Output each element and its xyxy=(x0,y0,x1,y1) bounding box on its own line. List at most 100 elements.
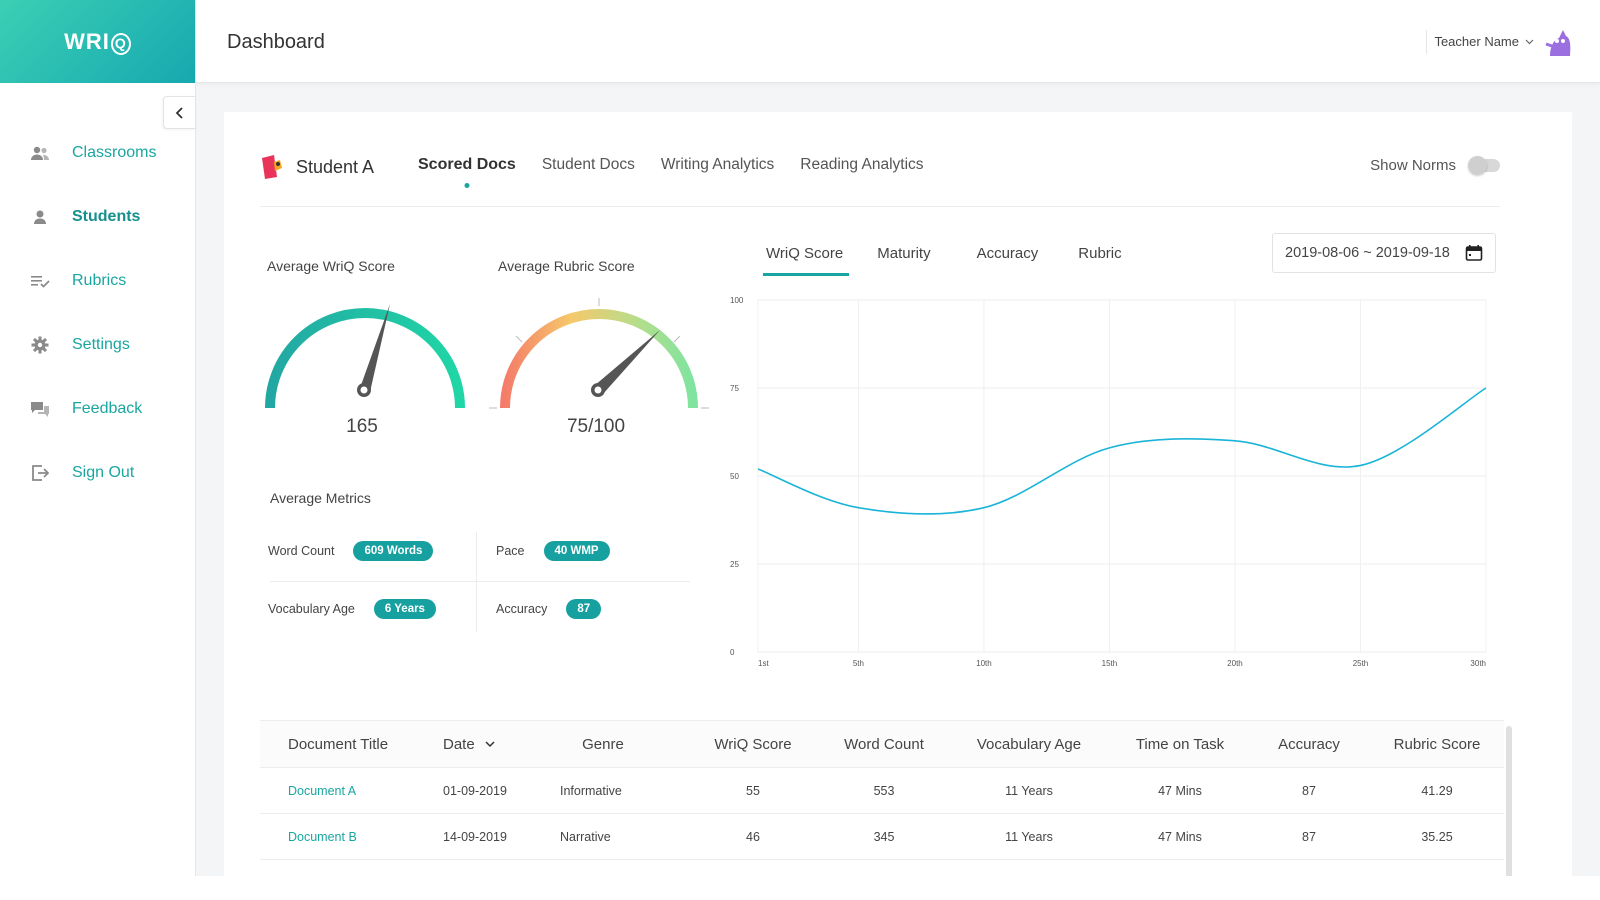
window-bottom-edge xyxy=(0,876,1600,900)
wriq-gauge-label: Average WriQ Score xyxy=(267,258,395,274)
rubric-gauge-value: 75/100 xyxy=(566,416,626,437)
sidebar-nav: Classrooms Students Rubrics Settings Fee… xyxy=(0,83,195,505)
sidebar-item-feedback[interactable]: Feedback xyxy=(0,377,195,441)
x-tick-label: 15th xyxy=(1102,659,1118,668)
metric-label: Vocabulary Age xyxy=(268,602,355,616)
col-word-count[interactable]: Word Count xyxy=(833,736,935,753)
chart-tabs: WriQ Score Maturity Accuracy Rubric xyxy=(762,245,1122,276)
student-tabs: Scored Docs Student Docs Writing Analyti… xyxy=(418,156,950,174)
col-vocabulary-age[interactable]: Vocabulary Age xyxy=(935,736,1123,753)
cell-word-count: 345 xyxy=(873,829,895,844)
col-time-on-task[interactable]: Time on Task xyxy=(1123,736,1237,753)
sidebar: WRI Q Classrooms Students Rubrics Setting… xyxy=(0,0,196,900)
chart-tab-rubric[interactable]: Rubric xyxy=(1078,245,1121,262)
cell-wriq-score: 46 xyxy=(746,829,760,844)
cell-vocabulary-age: 11 Years xyxy=(1005,783,1053,798)
rubric-gauge-needle xyxy=(594,330,660,394)
cell-word-count: 553 xyxy=(873,783,895,798)
user-icon xyxy=(30,207,50,227)
metric-pace: Pace 40 WMP xyxy=(496,541,610,561)
chevron-left-icon xyxy=(175,106,183,119)
student-avatar-icon xyxy=(262,155,282,179)
rubric-gauge-label: Average Rubric Score xyxy=(498,258,635,274)
date-range-picker[interactable]: 2019-08-06 ~ 2019-09-18 xyxy=(1272,233,1496,273)
student-name: Student A xyxy=(296,156,375,177)
cell-accuracy: 87 xyxy=(1302,783,1316,798)
sidebar-item-rubrics[interactable]: Rubrics xyxy=(0,249,195,313)
y-tick-label: 75 xyxy=(730,384,739,393)
table-scrollbar[interactable] xyxy=(1506,726,1512,900)
metric-label: Pace xyxy=(496,544,525,558)
col-document-title[interactable]: Document Title xyxy=(260,736,415,753)
table-header: Document Title Date Genre WriQ Score Wor… xyxy=(260,720,1504,768)
metric-word-count: Word Count 609 Words xyxy=(268,541,434,561)
x-tick-label: 20th xyxy=(1227,659,1243,668)
metrics-title: Average Metrics xyxy=(270,490,371,506)
metric-vocabulary-age: Vocabulary Age 6 Years xyxy=(268,599,436,619)
sidebar-item-label: Classrooms xyxy=(72,144,157,161)
x-tick-label: 30th xyxy=(1470,659,1486,668)
col-accuracy[interactable]: Accuracy xyxy=(1237,736,1381,753)
chevron-down-icon xyxy=(1525,39,1534,44)
document-link[interactable]: Document A xyxy=(260,784,415,798)
chart-tab-maturity[interactable]: Maturity xyxy=(877,245,930,262)
tab-reading-analytics[interactable]: Reading Analytics xyxy=(800,156,923,174)
avatar[interactable] xyxy=(1542,26,1574,58)
cell-wriq-score: 55 xyxy=(746,783,760,798)
document-link[interactable]: Document B xyxy=(260,830,415,844)
wriq-score-chart: 100 75 50 25 0 1st 5th 10th 15th 20th 25th 30th xyxy=(730,296,1487,668)
sidebar-item-label: Settings xyxy=(72,336,130,353)
metric-badge: 609 Words xyxy=(353,541,434,561)
metric-label: Accuracy xyxy=(496,602,548,616)
chart-tab-accuracy[interactable]: Accuracy xyxy=(977,245,1039,262)
tab-student-docs[interactable]: Student Docs xyxy=(542,156,635,174)
date-range-value: 2019-08-06 ~ 2019-09-18 xyxy=(1285,245,1450,261)
x-tick-label: 25th xyxy=(1353,659,1369,668)
chevron-down-icon xyxy=(485,740,495,747)
wriq-gauge-value: 165 xyxy=(346,416,378,437)
cell-date: 14-09-2019 xyxy=(443,829,507,844)
sidebar-item-sign-out[interactable]: Sign Out xyxy=(0,441,195,505)
show-norms-label: Show Norms xyxy=(1370,157,1456,174)
sidebar-item-label: Students xyxy=(72,208,141,225)
cell-accuracy: 87 xyxy=(1302,829,1316,844)
collapse-sidebar-button[interactable] xyxy=(163,96,196,129)
cell-time-on-task: 47 Mins xyxy=(1158,783,1202,798)
table-row[interactable]: Document A 01-09-2019 Informative 55 553… xyxy=(260,768,1504,814)
col-wriq-score[interactable]: WriQ Score xyxy=(673,736,833,753)
sidebar-item-label: Feedback xyxy=(72,400,143,417)
cell-date: 01-09-2019 xyxy=(443,783,507,798)
user-menu[interactable]: Teacher Name xyxy=(1434,34,1534,49)
header-divider xyxy=(1426,30,1427,54)
logo-text: WRI xyxy=(64,28,110,54)
metric-badge: 6 Years xyxy=(373,599,436,619)
table-row[interactable]: Document B 14-09-2019 Narrative 46 345 1… xyxy=(260,814,1504,860)
sidebar-item-classrooms[interactable]: Classrooms xyxy=(0,121,195,185)
col-rubric-score[interactable]: Rubric Score xyxy=(1381,736,1493,753)
list-check-icon xyxy=(30,271,50,291)
metrics-divider-v xyxy=(476,532,477,632)
users-icon xyxy=(30,143,50,163)
y-tick-label: 100 xyxy=(730,296,744,305)
col-date[interactable]: Date xyxy=(415,736,533,753)
calendar-icon xyxy=(1465,245,1483,261)
sidebar-item-label: Sign Out xyxy=(72,464,135,481)
tab-scored-docs[interactable]: Scored Docs xyxy=(418,156,516,174)
logo-q: Q xyxy=(110,32,131,55)
cell-rubric-score: 35.25 xyxy=(1421,829,1453,844)
metric-badge: 40 WMP xyxy=(543,541,610,561)
tab-writing-analytics[interactable]: Writing Analytics xyxy=(661,156,774,174)
metric-label: Word Count xyxy=(268,544,335,558)
show-norms: Show Norms xyxy=(1370,156,1500,175)
section-divider xyxy=(260,206,1500,207)
cell-genre: Informative xyxy=(560,783,622,798)
logo[interactable]: WRI Q xyxy=(0,0,195,83)
col-genre[interactable]: Genre xyxy=(533,736,673,753)
gear-icon xyxy=(30,335,50,355)
main-card: Student A Scored Docs Student Docs Writi… xyxy=(224,112,1572,900)
show-norms-toggle[interactable] xyxy=(1468,156,1500,175)
chart-tab-wriq-score[interactable]: WriQ Score xyxy=(762,245,850,276)
chat-icon xyxy=(30,399,50,419)
sidebar-item-students[interactable]: Students xyxy=(0,185,195,249)
sidebar-item-settings[interactable]: Settings xyxy=(0,313,195,377)
